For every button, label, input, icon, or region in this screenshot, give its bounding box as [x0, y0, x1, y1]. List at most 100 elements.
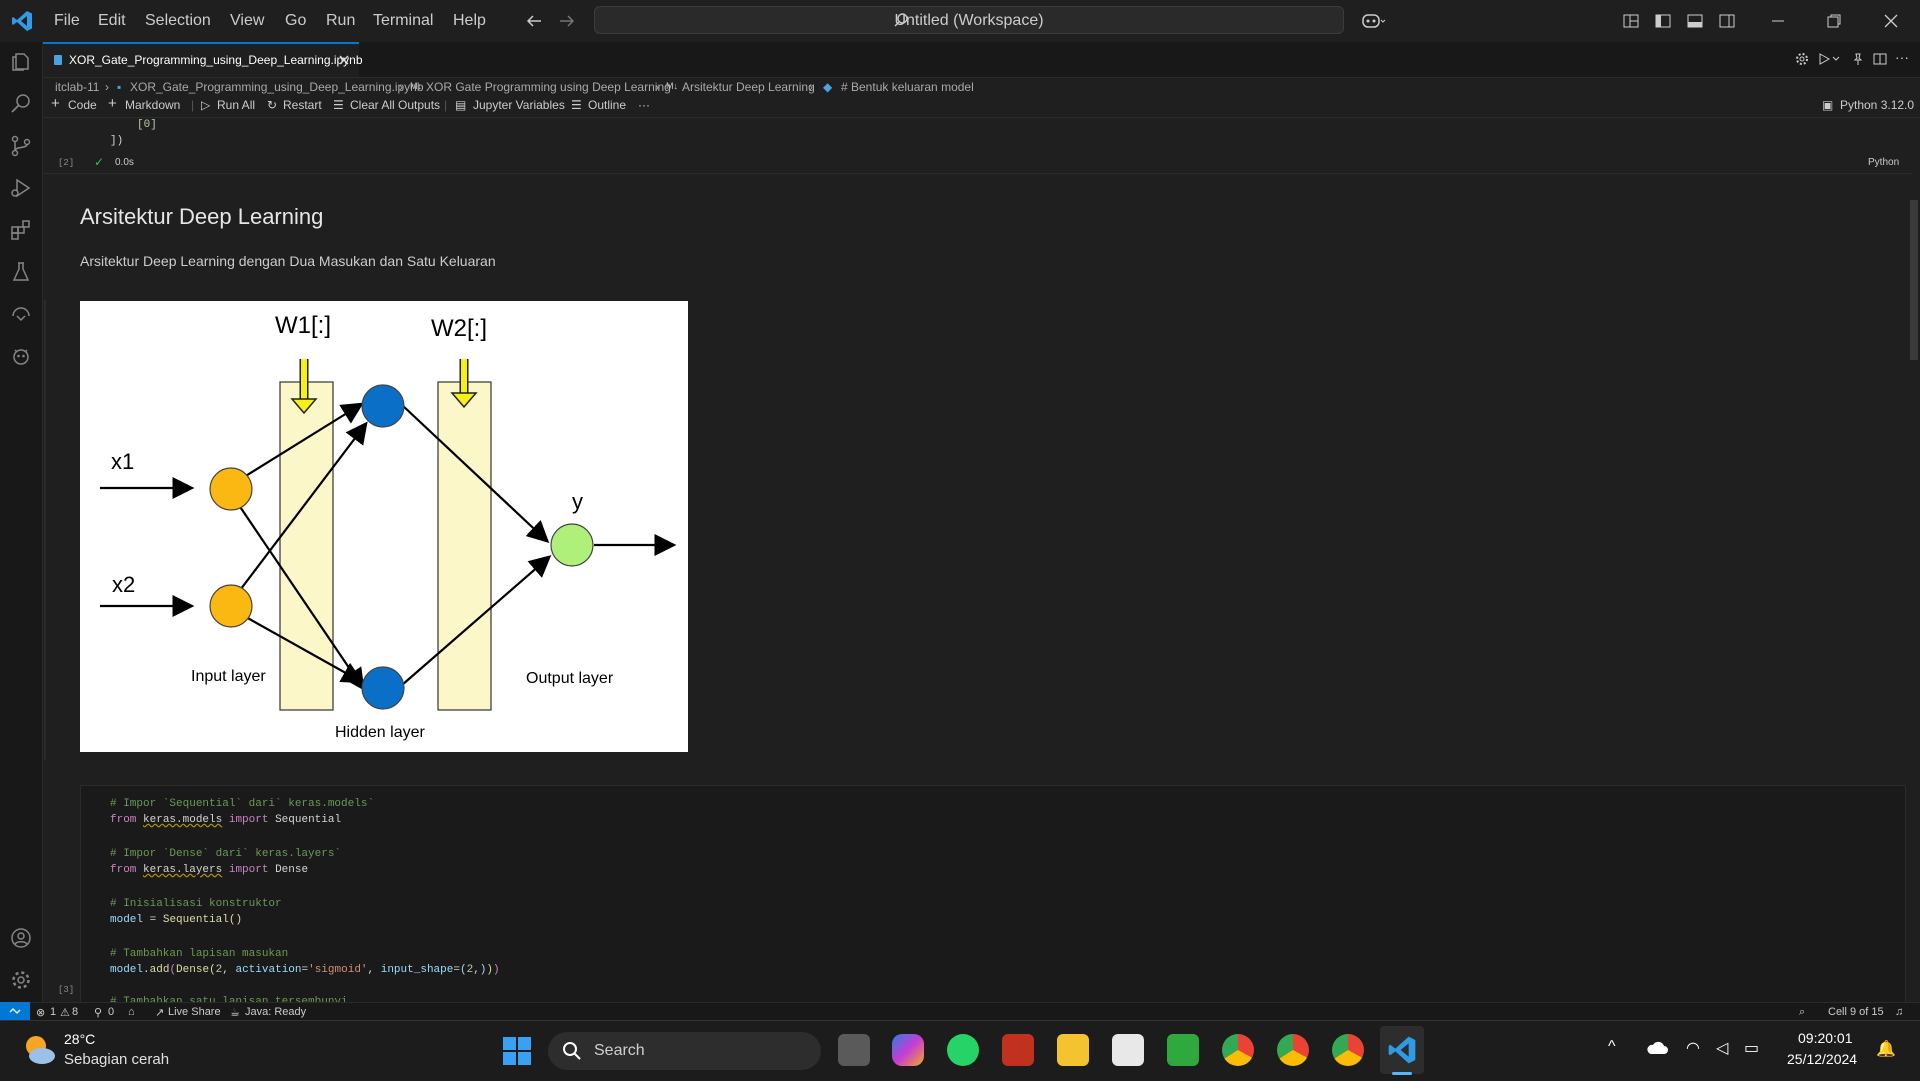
run-all-icon: ▷: [201, 98, 211, 112]
run-debug-icon[interactable]: [9, 176, 33, 200]
tab-notebook[interactable]: XOR_Gate_Programming_using_Deep_Learning…: [43, 42, 363, 77]
explorer-icon[interactable]: [9, 50, 33, 74]
home-icon[interactable]: ⌂: [128, 1006, 135, 1018]
testing-flask-icon[interactable]: [9, 260, 33, 284]
chrome-icon[interactable]: [1332, 1034, 1364, 1066]
add-markdown-button[interactable]: Markdown: [125, 98, 180, 112]
clear-all-outputs-button[interactable]: Clear All Outputs: [350, 98, 440, 112]
taskbar-search-label: Search: [594, 1042, 645, 1059]
divider: |: [191, 98, 195, 112]
extensions-icon[interactable]: [9, 218, 33, 242]
more-actions-icon[interactable]: ···: [1895, 49, 1909, 65]
copilot-icon[interactable]: [1361, 12, 1387, 30]
more-actions-button[interactable]: ···: [638, 98, 650, 112]
restore-icon[interactable]: [1825, 12, 1843, 30]
warning-count[interactable]: 8: [72, 1006, 78, 1018]
toggle-panel-icon[interactable]: [1686, 12, 1704, 30]
menu-file[interactable]: File: [54, 12, 80, 30]
kernel-picker[interactable]: Python 3.12.0: [1840, 98, 1914, 112]
close-icon[interactable]: [339, 55, 349, 65]
battery-icon[interactable]: ▭: [1744, 1038, 1759, 1058]
clock-time[interactable]: 09:20:01: [1798, 1030, 1853, 1046]
taskbar-search[interactable]: Search: [548, 1032, 821, 1070]
menu-edit[interactable]: Edit: [98, 12, 126, 30]
minimize-icon[interactable]: [1769, 12, 1787, 30]
close-window-icon[interactable]: [1882, 12, 1900, 30]
chrome-icon[interactable]: [1222, 1034, 1254, 1066]
cell-language[interactable]: Python: [1868, 157, 1899, 168]
weather-sun-icon[interactable]: [20, 1030, 58, 1068]
volume-icon[interactable]: ◁: [1716, 1038, 1728, 1058]
weather-description[interactable]: Sebagian cerah: [64, 1051, 169, 1068]
notification-bell-icon[interactable]: 🔔: [1876, 1039, 1896, 1059]
microsoft-store-icon[interactable]: [1112, 1034, 1144, 1066]
cell-divider: [43, 173, 1913, 174]
file-explorer-icon[interactable]: [1057, 1034, 1089, 1066]
source-control-icon[interactable]: [9, 134, 33, 158]
code-cell[interactable]: # Impor `Sequential` dari` keras.models`…: [80, 785, 1906, 1005]
editor-scrollbar[interactable]: [1910, 200, 1918, 360]
menu-go[interactable]: Go: [285, 12, 306, 30]
customize-layout-icon[interactable]: [1622, 12, 1640, 30]
live-share-button[interactable]: Live Share: [168, 1006, 221, 1018]
pin-icon[interactable]: [1851, 52, 1865, 66]
menu-terminal[interactable]: Terminal: [373, 12, 433, 30]
output-node: [550, 523, 594, 567]
variables-icon: ▤: [455, 98, 467, 112]
notification-bell-icon[interactable]: ♫: [1895, 1006, 1903, 1018]
outline-button[interactable]: Outline: [588, 98, 626, 112]
plus-icon: +: [108, 95, 117, 112]
split-editor-icon[interactable]: [1873, 52, 1887, 66]
execution-time: 0.0s: [115, 157, 134, 168]
weights-w2-band: [437, 381, 492, 711]
menu-run[interactable]: Run: [326, 12, 355, 30]
ports-count[interactable]: 0: [108, 1006, 114, 1018]
breadcrumb-section[interactable]: XOR Gate Programming using Deep Learning: [426, 80, 671, 94]
breadcrumb-cell[interactable]: # Bentuk keluaran model: [841, 80, 974, 94]
vscode-taskbar-icon[interactable]: [1386, 1034, 1418, 1066]
windows-start-icon[interactable]: [502, 1036, 532, 1066]
cell-position[interactable]: Cell 9 of 15: [1828, 1006, 1884, 1018]
weather-temperature[interactable]: 28°C: [64, 1031, 95, 1047]
chevron-up-icon[interactable]: ^: [1608, 1038, 1616, 1056]
menu-selection[interactable]: Selection: [145, 12, 211, 30]
menu-help[interactable]: Help: [453, 12, 486, 30]
java-status[interactable]: Java: Ready: [245, 1006, 306, 1018]
error-count[interactable]: 1: [50, 1006, 56, 1018]
add-code-button[interactable]: Code: [68, 98, 97, 112]
account-icon[interactable]: [9, 926, 33, 950]
gear-icon[interactable]: [9, 968, 33, 992]
clock-date[interactable]: 25/12/2024: [1787, 1051, 1857, 1067]
breadcrumb-subsection[interactable]: Arsitektur Deep Learning: [682, 80, 815, 94]
chrome-icon[interactable]: [1277, 1034, 1309, 1066]
onedrive-cloud-icon[interactable]: [1646, 1040, 1668, 1056]
wifi-icon[interactable]: ◠: [1686, 1038, 1700, 1058]
jupyter-variables-button[interactable]: Jupyter Variables: [473, 98, 565, 112]
whatsapp-icon[interactable]: [947, 1034, 979, 1066]
command-center[interactable]: Untitled (Workspace): [594, 6, 1344, 34]
gear-icon[interactable]: [1795, 52, 1809, 66]
code-line: # Inisialisasi konstruktor: [110, 898, 282, 910]
breadcrumb-file[interactable]: XOR_Gate_Programming_using_Deep_Learning…: [130, 80, 424, 94]
back-arrow-icon[interactable]: [525, 12, 543, 30]
copilot-chat-icon[interactable]: [9, 344, 33, 368]
toggle-secondary-sidebar-icon[interactable]: [1718, 12, 1736, 30]
toggle-primary-sidebar-icon[interactable]: [1654, 12, 1672, 30]
copilot-app-icon[interactable]: [892, 1034, 924, 1066]
restart-button[interactable]: Restart: [283, 98, 322, 112]
vscode-logo-icon: [12, 11, 32, 31]
app-icon[interactable]: [1002, 1034, 1034, 1066]
remote-explorer-icon[interactable]: [9, 302, 33, 326]
search-icon[interactable]: [9, 92, 33, 116]
run-all-button[interactable]: Run All: [217, 98, 255, 112]
spreadsheet-app-icon[interactable]: [1167, 1034, 1199, 1066]
notebook-toolbar: + Code + Markdown | ▷ Run All ↻ Restart …: [43, 95, 1920, 118]
breadcrumb-folder[interactable]: itclab-11: [55, 80, 99, 94]
x2-label: x2: [112, 572, 135, 597]
forward-arrow-icon[interactable]: [558, 12, 576, 30]
remote-indicator-button[interactable]: [0, 1002, 30, 1020]
menu-view[interactable]: View: [230, 12, 264, 30]
run-dropdown-icon[interactable]: [1818, 52, 1840, 66]
zoom-icon[interactable]: ⌕: [1799, 1006, 1805, 1019]
task-view-icon[interactable]: [838, 1034, 870, 1066]
